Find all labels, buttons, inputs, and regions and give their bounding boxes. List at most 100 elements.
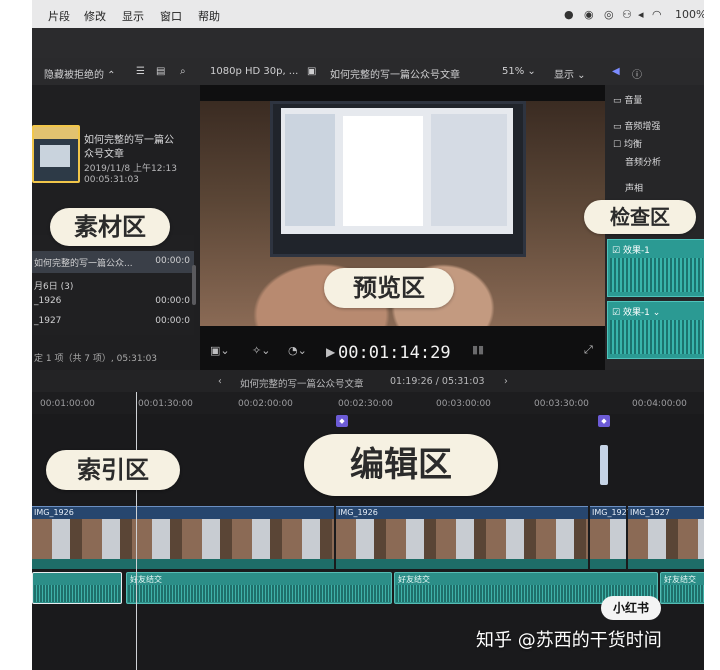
inspector-pan[interactable]: 声相 bbox=[625, 181, 643, 194]
circle-icon[interactable]: ◎ bbox=[604, 8, 614, 21]
inspector-enhance[interactable]: ▭ 音频增强 bbox=[613, 119, 660, 132]
label-edit-area: 编辑区 bbox=[304, 434, 498, 496]
viewer-project-title: 如何完整的写一篇公众号文章 bbox=[330, 70, 460, 81]
viewer-panel: ▣⌄ ✧⌄ ◔⌄ ▶ 00:01:14:29 ▮▮ ⤢ bbox=[200, 85, 605, 370]
video-clip-name: IMG_1927 bbox=[592, 508, 632, 517]
browser-filter[interactable]: 隐藏被拒绝的 ⌃ bbox=[44, 66, 116, 81]
play-icon[interactable]: ▶ bbox=[326, 345, 335, 359]
label-material-area: 素材区 bbox=[50, 208, 170, 246]
playhead[interactable] bbox=[136, 392, 137, 670]
clip-date: 2019/11/8 上午12:13 bbox=[84, 164, 177, 174]
marker-icon[interactable]: ◆ bbox=[336, 415, 348, 427]
label-preview-area: 预览区 bbox=[324, 268, 454, 308]
zoom-dropdown[interactable]: 51% ⌄ bbox=[502, 66, 536, 77]
video-clip[interactable]: IMG_1926 bbox=[336, 506, 588, 569]
filmstrip-icon[interactable]: ▤ bbox=[156, 66, 165, 77]
display-dropdown[interactable]: 显示 ⌄ bbox=[554, 66, 586, 81]
menu-window[interactable]: 窗口 bbox=[160, 8, 182, 24]
effect-block[interactable]: ☑ 效果-1 bbox=[607, 239, 704, 297]
ruler-tick: 00:02:30:00 bbox=[338, 399, 393, 409]
speed-icon[interactable]: ◔⌄ bbox=[288, 344, 307, 357]
crop-icon[interactable]: ▣⌄ bbox=[210, 344, 230, 357]
label-index-area: 索引区 bbox=[46, 450, 180, 490]
format-label: 1080p HD 30p, ... bbox=[210, 66, 299, 77]
list-item[interactable]: 如何完整的写一篇公众... 00:00:0 bbox=[32, 251, 194, 273]
video-clip-name: IMG_1926 bbox=[338, 508, 378, 517]
timecode-display: 00:01:14:29 bbox=[338, 343, 451, 363]
battery-level: 100% bbox=[675, 8, 704, 21]
video-clip[interactable]: IMG_1927 bbox=[590, 506, 632, 569]
enhance-icon[interactable]: ✧⌄ bbox=[252, 344, 270, 357]
info-icon[interactable]: ⓘ bbox=[632, 66, 642, 81]
list-view-icon[interactable]: ☰ bbox=[136, 66, 145, 77]
effect-block[interactable]: ☑ 效果-1 ⌄ bbox=[607, 301, 704, 359]
clip-thumbnail[interactable] bbox=[32, 125, 80, 183]
clip-list: 如何完整的写一篇公众... 00:00:0 月6日 (3) _1926 00:0… bbox=[32, 235, 194, 335]
effect-label: ☑ 效果-1 bbox=[612, 246, 650, 256]
status-icon[interactable]: ◉ bbox=[584, 8, 594, 21]
inspector-volume-label: 音量 bbox=[624, 96, 643, 106]
menu-clip[interactable]: 片段 bbox=[48, 8, 70, 24]
audio-clip[interactable] bbox=[32, 572, 122, 604]
audio-clip-name: 好友结交 bbox=[398, 575, 430, 584]
connected-clip[interactable] bbox=[600, 445, 608, 485]
audio-clip-name: 好友结交 bbox=[664, 575, 696, 584]
laptop-screen bbox=[281, 108, 513, 234]
search-icon[interactable]: ⌕ bbox=[180, 66, 186, 77]
xiaohongshu-logo: 小红书 bbox=[601, 596, 661, 620]
audio-inspector-icon[interactable]: ◀ bbox=[612, 66, 620, 77]
clip-title-line2: 众号文章 bbox=[84, 149, 124, 160]
list-item-time: 00:00:0 bbox=[155, 316, 190, 326]
timeline-project-title: 如何完整的写一篇公众号文章 bbox=[240, 379, 364, 390]
menu-help[interactable]: 帮助 bbox=[198, 8, 220, 24]
list-item-time: 00:00:0 bbox=[155, 296, 190, 306]
project-icon: ▣ bbox=[307, 66, 317, 77]
video-clip-name: IMG_1926 bbox=[34, 508, 74, 517]
toolbar: 隐藏被拒绝的 ⌃ ☰ ▤ ⌕ 1080p HD 30p, ... ▣ 如何完整的… bbox=[32, 58, 704, 85]
ruler-tick: 00:01:00:00 bbox=[40, 399, 95, 409]
ruler-tick: 00:03:30:00 bbox=[534, 399, 589, 409]
video-clip-name: IMG_1927 bbox=[630, 508, 670, 517]
list-item-name: 如何完整的写一篇公众... bbox=[34, 259, 133, 269]
wechat-icon[interactable]: ● bbox=[564, 8, 574, 21]
menu-modify[interactable]: 修改 bbox=[84, 8, 106, 24]
back-icon[interactable]: ‹ bbox=[218, 376, 222, 387]
browser-scrollbar[interactable] bbox=[192, 265, 196, 305]
sound-icon[interactable]: ◂ bbox=[638, 8, 644, 21]
title-bar bbox=[32, 28, 704, 58]
fcp-window: 片段 修改 显示 窗口 帮助 ● ◉ ◎ ⚇ ◂ ◠ 100% 隐藏被拒绝的 ⌃… bbox=[32, 0, 704, 670]
ruler-tick: 00:03:00:00 bbox=[436, 399, 491, 409]
clip-title-line1: 如何完整的写一篇公 bbox=[84, 135, 174, 146]
user-icon[interactable]: ⚇ bbox=[622, 8, 632, 21]
laptop-image bbox=[270, 101, 526, 257]
forward-icon[interactable]: › bbox=[504, 376, 508, 387]
timeline-ruler[interactable]: 00:01:00:00 00:01:30:00 00:02:00:00 00:0… bbox=[32, 392, 704, 414]
selection-count: 定 1 项（共 7 项）, 05:31:03 bbox=[34, 354, 158, 364]
label-inspector-area: 检查区 bbox=[584, 200, 696, 234]
ruler-tick: 00:01:30:00 bbox=[138, 399, 193, 409]
fullscreen-icon[interactable]: ⤢ bbox=[584, 343, 593, 357]
inspector-enhance-label: 音频增强 bbox=[624, 122, 661, 132]
browser-footer: 定 1 项（共 7 项）, 05:31:03 bbox=[32, 347, 200, 367]
audio-meter: ▮▮ bbox=[472, 343, 485, 356]
ruler-tick: 00:04:00:00 bbox=[632, 399, 687, 409]
video-clip[interactable]: IMG_1927 bbox=[628, 506, 704, 569]
inspector-eq[interactable]: ☐ 均衡 bbox=[613, 137, 642, 150]
list-item-name: _1927 bbox=[34, 316, 62, 326]
effect-label: ☑ 效果-1 ⌄ bbox=[612, 308, 661, 318]
inspector-volume[interactable]: ▭ 音量 bbox=[613, 93, 642, 106]
inspector-eq-label: 均衡 bbox=[623, 140, 642, 150]
video-clip[interactable]: IMG_1926 bbox=[32, 506, 334, 569]
timeline-header: ‹ 如何完整的写一篇公众号文章 01:19:26 / 05:31:03 › bbox=[32, 370, 704, 392]
list-item[interactable]: _1927 00:00:0 bbox=[32, 311, 194, 333]
wifi-icon[interactable]: ◠ bbox=[652, 8, 662, 21]
marker-icon[interactable]: ◆ bbox=[598, 415, 610, 427]
ruler-tick: 00:02:00:00 bbox=[238, 399, 293, 409]
audio-clip[interactable]: 好友结交 bbox=[660, 572, 704, 604]
inspector-analysis[interactable]: 音频分析 bbox=[625, 155, 661, 168]
list-item-time: 00:00:0 bbox=[155, 256, 190, 266]
menu-view[interactable]: 显示 bbox=[122, 8, 144, 24]
list-item-name: _1926 bbox=[34, 296, 62, 306]
list-item[interactable]: _1926 00:00:0 bbox=[32, 291, 194, 313]
audio-clip[interactable]: 好友结交 bbox=[126, 572, 392, 604]
